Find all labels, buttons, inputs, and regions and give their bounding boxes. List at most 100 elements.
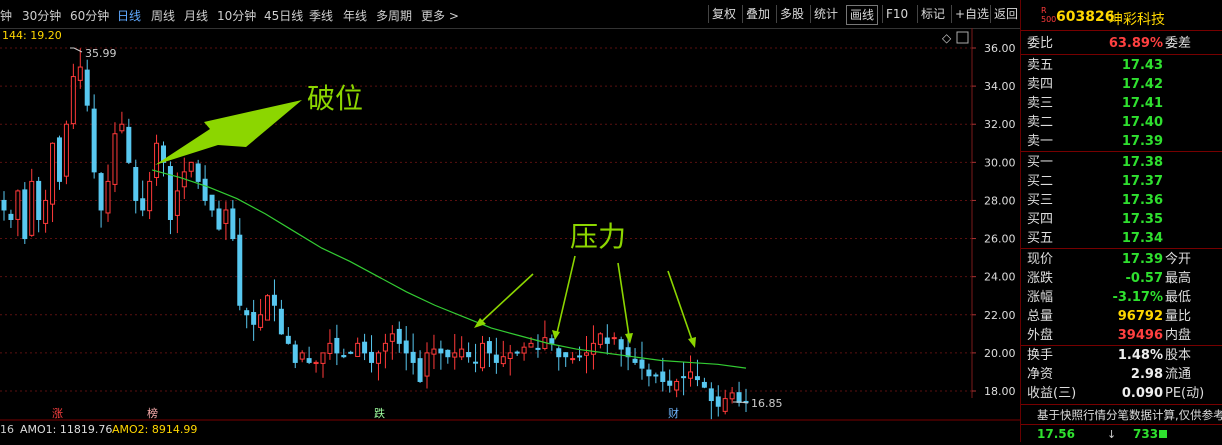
candle-body [195, 163, 201, 182]
ask-row[interactable]: 卖三 17.41 [1021, 94, 1222, 113]
candle-body [563, 352, 569, 358]
draw-line-button[interactable]: 画线 [846, 5, 879, 25]
candle-body [140, 198, 146, 211]
ask-row[interactable]: 卖四 17.42 [1021, 75, 1222, 94]
candle-body [334, 337, 340, 354]
y-tick-label: 22.00 [984, 309, 1016, 322]
candle-body [715, 396, 721, 407]
period-quarterly[interactable]: 季线 [309, 7, 333, 24]
y-tick-label: 34.00 [984, 80, 1016, 93]
overlay-button[interactable]: 叠加 [742, 5, 773, 23]
candle-body [327, 342, 333, 354]
y-tick-label: 18.00 [984, 385, 1016, 398]
period-daily[interactable]: 日线 [117, 7, 141, 24]
bid-row[interactable]: 买三 17.36 [1021, 191, 1222, 210]
candle-body [22, 189, 28, 240]
period-multi[interactable]: 多周期 [376, 7, 412, 24]
mark-button[interactable]: 标记 [917, 5, 948, 23]
price-axis: 36.00 34.00 32.00 30.00 28.00 26.00 24.00 22.00… [972, 42, 1016, 398]
candle-body [486, 341, 492, 354]
candle-body [452, 352, 458, 358]
diamond-icon[interactable]: ◇ [942, 31, 952, 45]
tick-price: 17.56 [1037, 427, 1075, 441]
candle-body [278, 308, 284, 335]
bid-row[interactable]: 买二 17.37 [1021, 172, 1222, 191]
candle-body [223, 209, 229, 224]
ask-row[interactable]: 卖二 17.40 [1021, 113, 1222, 132]
candle-body [403, 340, 409, 354]
period-45day[interactable]: 45日线 [264, 7, 303, 24]
period-30min[interactable]: 30分钟 [22, 7, 61, 24]
period-more[interactable]: 更多 > [421, 7, 459, 24]
low-label: 16.85 [751, 397, 783, 410]
f10-button[interactable]: F10 [882, 5, 911, 23]
candle-body [1, 199, 7, 211]
high-label: 35.99 [85, 47, 117, 60]
candle-body [112, 133, 118, 185]
add-watchlist-button[interactable]: +自选 [951, 5, 992, 23]
candle-body [639, 359, 645, 369]
candle-body [722, 398, 728, 412]
candle-body [445, 349, 451, 358]
ask-row[interactable]: 卖五 17.43 [1021, 56, 1222, 75]
candle-body [660, 371, 666, 382]
candle-body [632, 358, 638, 363]
candle-body [251, 312, 257, 325]
candle-body [736, 392, 742, 403]
candle-body [174, 190, 180, 216]
candle-body [271, 294, 277, 306]
kline-svg[interactable]: 144: 19.20 ◇ 36.00 34.00 32.00 30.00 28.00 26… [0, 28, 1020, 442]
candle-body [597, 333, 603, 345]
candle-body [320, 352, 326, 364]
tick-volume: 733 [1133, 427, 1159, 441]
candle-body [549, 338, 555, 344]
candle-body [729, 392, 735, 400]
stats-button[interactable]: 统计 [810, 5, 841, 23]
candle-body [417, 358, 423, 382]
candle-body [646, 369, 652, 377]
candle-body [493, 354, 499, 363]
candle-body [133, 167, 139, 201]
candle-body [313, 361, 319, 365]
period-yearly[interactable]: 年线 [343, 7, 367, 24]
candle-body [43, 199, 49, 224]
candle-body [701, 381, 707, 388]
multi-stock-button[interactable]: 多股 [776, 5, 807, 23]
stat-row: 总量 96792 量比 [1027, 309, 1192, 324]
period-min[interactable]: 钟 [0, 7, 12, 24]
period-60min[interactable]: 60分钟 [70, 7, 109, 24]
bid-row[interactable]: 买五 17.34 [1021, 229, 1222, 248]
period-toolbar: 钟 30分钟 60分钟 日线 周线 月线 10分钟 45日线 季线 年线 多周期… [0, 0, 1020, 29]
candle-body [479, 342, 485, 369]
back-button[interactable]: 返回 [990, 5, 1021, 23]
quote-header: R 500 603826 坤彩科技 [1021, 0, 1222, 31]
tick-bar [1159, 430, 1167, 438]
candle-body [667, 380, 673, 386]
kline-chart[interactable]: 144: 19.20 ◇ 36.00 34.00 32.00 30.00 28.00 26… [0, 28, 1020, 442]
candle-body [230, 208, 236, 240]
chart-grid [0, 47, 972, 392]
ask-row[interactable]: 卖一 17.39 [1021, 132, 1222, 151]
break-arrow: 破位 [155, 82, 363, 165]
candle-body [292, 344, 298, 363]
candle-body [147, 180, 153, 212]
bid-row[interactable]: 买四 17.35 [1021, 210, 1222, 229]
fuquan-button[interactable]: 复权 [708, 5, 739, 23]
candle-body [50, 142, 56, 205]
candle-body [8, 213, 14, 220]
candle-body [154, 142, 160, 179]
candle-body [389, 333, 395, 342]
bid-row[interactable]: 买一 17.38 [1021, 153, 1222, 172]
candle-body [63, 123, 69, 177]
period-weekly[interactable]: 周线 [151, 7, 175, 24]
period-monthly[interactable]: 月线 [184, 7, 208, 24]
candle-body [382, 342, 388, 352]
candle-body [590, 342, 596, 355]
period-10min[interactable]: 10分钟 [217, 7, 256, 24]
candle-body [119, 123, 125, 132]
candle-body [438, 348, 444, 354]
expand-icon[interactable] [956, 31, 969, 44]
marker-limit-up: 涨 [52, 407, 63, 420]
break-label: 破位 [307, 82, 363, 115]
y-tick-label: 36.00 [984, 42, 1016, 55]
